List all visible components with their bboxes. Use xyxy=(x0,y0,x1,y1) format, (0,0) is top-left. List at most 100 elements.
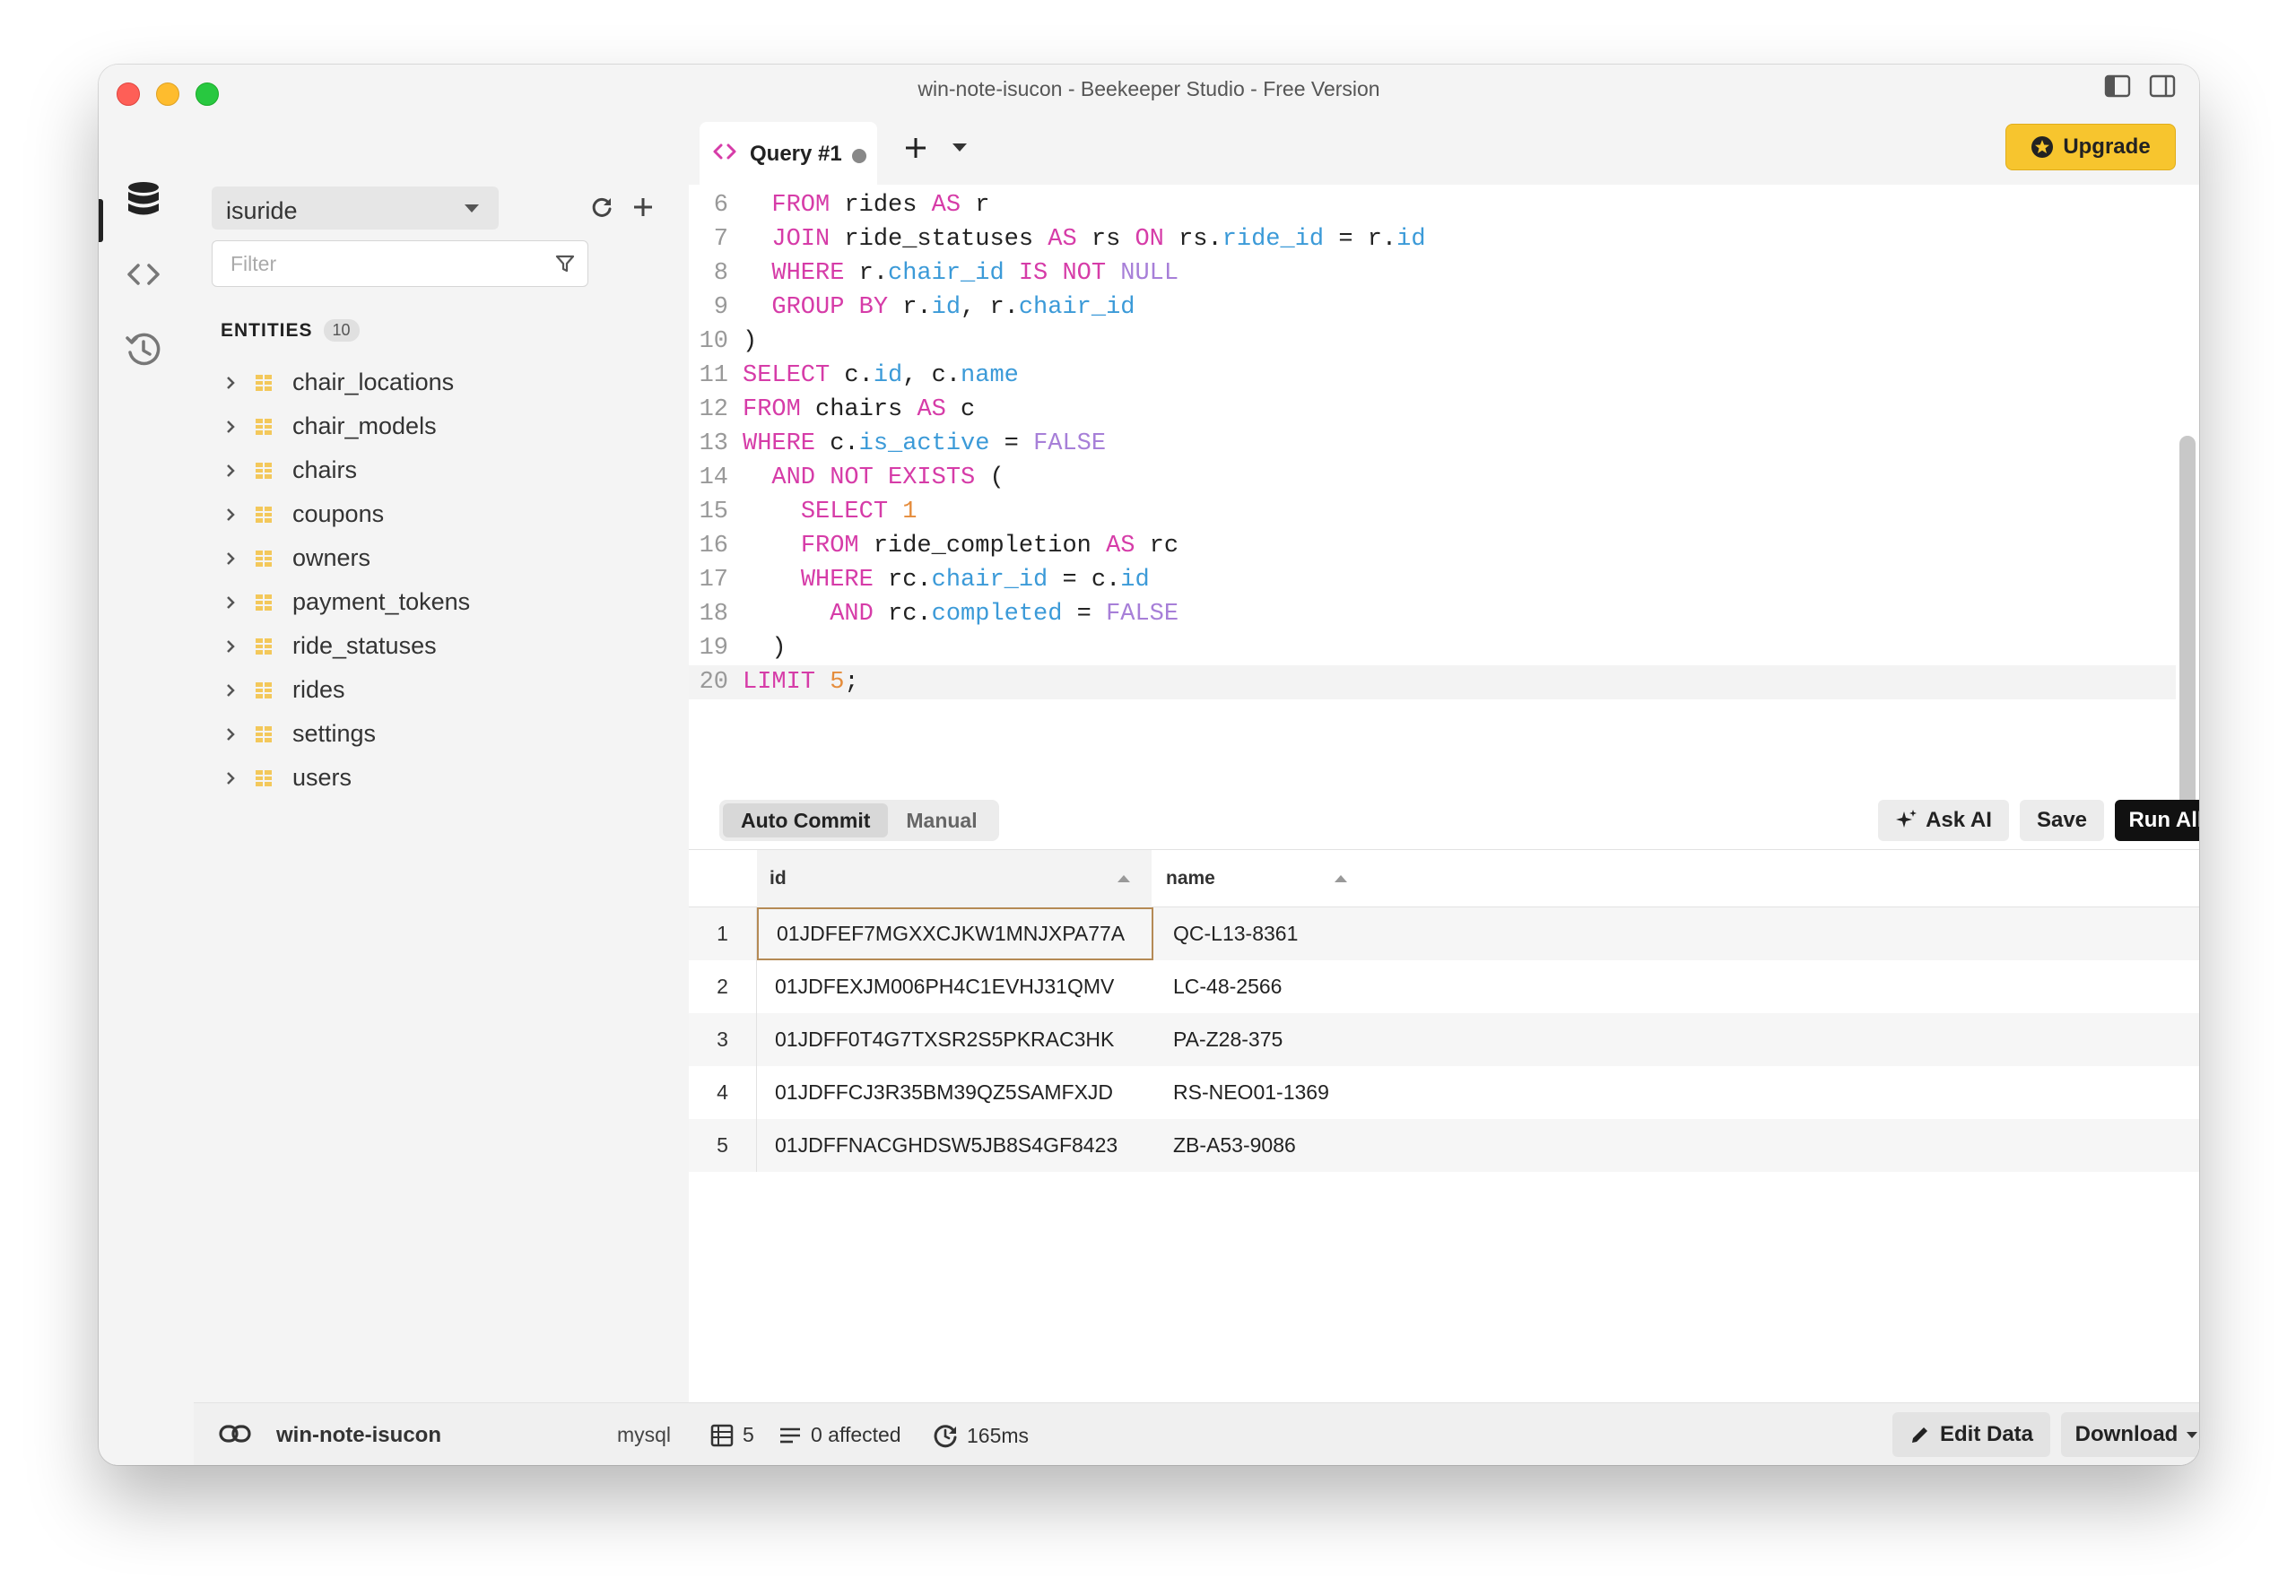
cell-id[interactable]: 01JDFF0T4G7TXSR2S5PKRAC3HK xyxy=(757,1013,1153,1066)
connection-footer: win-note-isucon mysql xyxy=(194,1402,689,1465)
auto-commit-option[interactable]: Auto Commit xyxy=(723,803,889,837)
code-text: ) xyxy=(743,328,758,355)
cell-id[interactable]: 01JDFFCJ3R35BM39QZ5SAMFXJD xyxy=(757,1066,1153,1119)
save-button[interactable]: Save xyxy=(2020,800,2104,841)
chevron-right-icon[interactable] xyxy=(222,419,239,435)
chevron-right-icon[interactable] xyxy=(222,463,239,479)
toggle-right-panel-icon[interactable] xyxy=(2149,74,2176,99)
chevron-right-icon[interactable] xyxy=(222,594,239,611)
toggle-left-panel-icon[interactable] xyxy=(2104,74,2131,99)
download-button[interactable]: Download xyxy=(2061,1412,2199,1457)
add-connection-button[interactable] xyxy=(630,194,657,221)
entity-item[interactable]: settings xyxy=(194,712,689,756)
code-text: WHERE c.is_active = FALSE xyxy=(743,430,1107,457)
history-icon[interactable] xyxy=(117,323,170,377)
chevron-right-icon[interactable] xyxy=(222,507,239,523)
chevron-right-icon[interactable] xyxy=(222,638,239,655)
sparkle-icon xyxy=(1896,810,1918,828)
main-area: Query #1 Upgrade 6 FROM rides AS r 7 JOI… xyxy=(689,111,2199,1465)
cell-id[interactable]: 01JDFFNACGHDSW5JB8S4GF8423 xyxy=(757,1119,1153,1172)
entity-item[interactable]: chair_locations xyxy=(194,360,689,404)
chevron-right-icon[interactable] xyxy=(222,551,239,567)
filter-icon[interactable] xyxy=(555,254,575,273)
rows-icon xyxy=(710,1424,734,1446)
column-header-name[interactable]: name xyxy=(1153,850,1369,907)
code-text: ) xyxy=(743,635,787,662)
table-row[interactable]: 4 01JDFFCJ3R35BM39QZ5SAMFXJD RS-NEO01-13… xyxy=(689,1066,2199,1119)
entity-name: chair_locations xyxy=(292,369,455,395)
chevron-right-icon[interactable] xyxy=(222,726,239,742)
entity-item[interactable]: chair_models xyxy=(194,404,689,448)
table-icon xyxy=(256,374,272,391)
code-text: WHERE rc.chair_id = c.id xyxy=(800,567,1150,594)
entity-item[interactable]: payment_tokens xyxy=(194,580,689,624)
tab-query-1[interactable]: Query #1 xyxy=(700,122,877,185)
table-row[interactable]: 2 01JDFEXJM006PH4C1EVHJ31QMV LC-48-2566 xyxy=(689,960,2199,1013)
database-select[interactable]: isuride xyxy=(212,186,499,230)
table-icon xyxy=(256,462,272,479)
tab-menu-chevron-down-icon[interactable] xyxy=(952,143,967,152)
sort-icon[interactable] xyxy=(1335,875,1347,882)
cell-id-selected[interactable]: 01JDFEF7MGXXCJKW1MNJXPA77A xyxy=(757,907,1153,960)
code-icon[interactable] xyxy=(117,247,170,301)
chevron-right-icon[interactable] xyxy=(222,682,239,698)
line-number: 17 xyxy=(699,567,728,594)
table-icon xyxy=(256,506,272,523)
ask-ai-button[interactable]: Ask AI xyxy=(1878,800,2009,841)
database-select-value: isuride xyxy=(226,197,298,224)
editor-scrollbar[interactable] xyxy=(2179,436,2196,812)
cell-name[interactable]: PA-Z28-375 xyxy=(1153,1013,1283,1066)
sql-editor[interactable]: 6 FROM rides AS r 7 JOIN ride_statuses A… xyxy=(689,185,2199,812)
cell-id[interactable]: 01JDFEXJM006PH4C1EVHJ31QMV xyxy=(757,960,1153,1013)
entity-name: payment_tokens xyxy=(292,588,471,615)
column-header-id[interactable]: id xyxy=(757,850,1152,907)
entity-item[interactable]: chairs xyxy=(194,448,689,492)
table-row[interactable]: 1 01JDFEF7MGXXCJKW1MNJXPA77A QC-L13-8361 xyxy=(689,907,2199,960)
entity-name: ride_statuses xyxy=(292,632,437,659)
row-number: 5 xyxy=(689,1119,757,1172)
filter-field[interactable] xyxy=(212,240,588,287)
chevron-right-icon[interactable] xyxy=(222,375,239,391)
cell-name[interactable]: LC-48-2566 xyxy=(1153,960,1282,1013)
entity-item[interactable]: rides xyxy=(194,668,689,712)
line-number: 18 xyxy=(699,601,728,628)
row-number: 2 xyxy=(689,960,757,1013)
table-icon xyxy=(256,418,272,435)
results-grid: id name 1 01JDFEF7MGXXCJKW1MNJXPA77A QC-… xyxy=(689,850,2199,1218)
run-all-button[interactable]: Run All xyxy=(2115,800,2199,841)
row-number: 4 xyxy=(689,1066,757,1119)
entity-name: chair_models xyxy=(292,412,437,439)
table-row[interactable]: 3 01JDFF0T4G7TXSR2S5PKRAC3HK PA-Z28-375 xyxy=(689,1013,2199,1066)
line-number: 16 xyxy=(699,533,728,559)
upgrade-button[interactable]: Upgrade xyxy=(2005,124,2176,170)
edit-data-button[interactable]: Edit Data xyxy=(1892,1412,2050,1457)
connection-dialect: mysql xyxy=(616,1423,671,1446)
entity-item[interactable]: coupons xyxy=(194,492,689,536)
new-tab-plus-icon[interactable] xyxy=(904,136,927,160)
row-count: 5 xyxy=(743,1423,754,1446)
unsaved-dot-icon[interactable] xyxy=(852,149,866,163)
refresh-button[interactable] xyxy=(588,194,615,221)
table-row[interactable]: 5 01JDFFNACGHDSW5JB8S4GF8423 ZB-A53-9086 xyxy=(689,1119,2199,1172)
entity-item[interactable]: owners xyxy=(194,536,689,580)
line-number: 20 xyxy=(699,669,728,696)
code-line: 7 JOIN ride_statuses AS rs ON rs.ride_id… xyxy=(689,222,2176,256)
entity-item[interactable]: users xyxy=(194,756,689,800)
sort-icon[interactable] xyxy=(1118,875,1130,882)
cell-name[interactable]: ZB-A53-9086 xyxy=(1153,1119,1296,1172)
line-number: 15 xyxy=(699,499,728,525)
filter-input[interactable] xyxy=(230,252,535,276)
cell-name[interactable]: QC-L13-8361 xyxy=(1153,907,1298,960)
chevron-right-icon[interactable] xyxy=(222,770,239,786)
code-line: 16 FROM ride_completion AS rc xyxy=(689,529,2176,563)
cell-name[interactable]: RS-NEO01-1369 xyxy=(1153,1066,1329,1119)
code-text: LIMIT 5; xyxy=(743,669,859,696)
tab-bar: Query #1 Upgrade xyxy=(689,111,2199,185)
connection-name[interactable]: win-note-isucon xyxy=(276,1423,441,1448)
database-icon[interactable] xyxy=(117,172,170,226)
code-text: FROM chairs AS c xyxy=(743,396,976,423)
title-bar: win-note-isucon - Beekeeper Studio - Fre… xyxy=(99,65,2199,111)
entity-item[interactable]: ride_statuses xyxy=(194,624,689,668)
manual-option[interactable]: Manual xyxy=(888,803,995,837)
timer-icon xyxy=(934,1425,957,1448)
